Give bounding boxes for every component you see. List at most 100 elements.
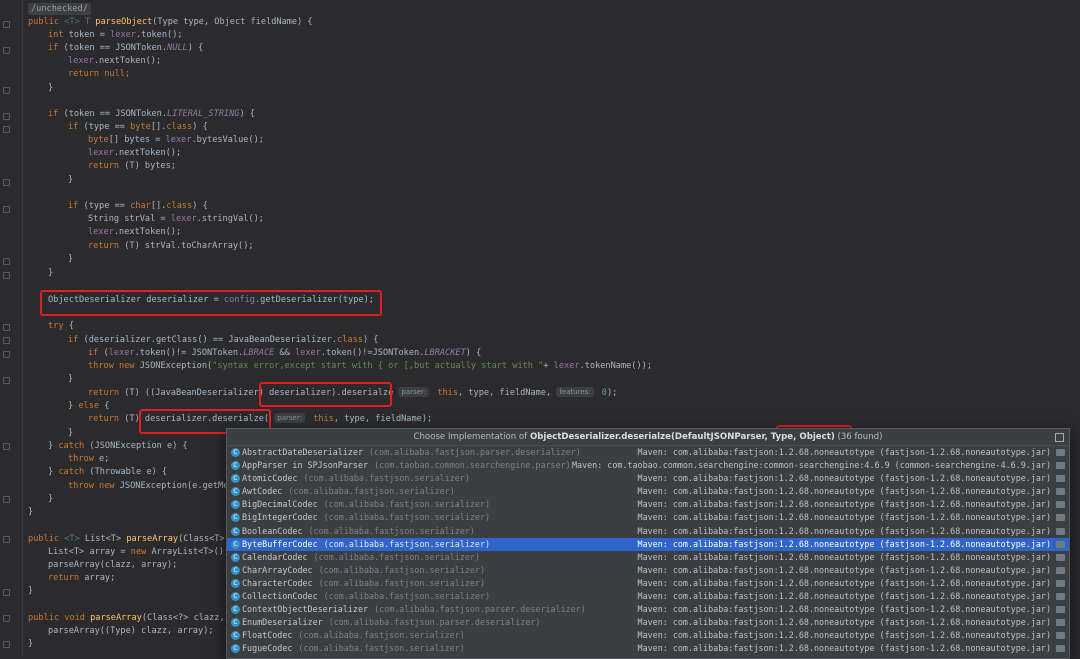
fold-icon[interactable] [3, 179, 10, 186]
fold-icon[interactable] [3, 589, 10, 596]
code-line: String strVal = lexer.stringVal(); [88, 213, 264, 226]
fold-icon[interactable] [3, 615, 10, 622]
implementation-item[interactable]: C FugueCodec (com.alibaba.fastjson.seriali… [227, 642, 1069, 655]
fold-icon[interactable] [3, 496, 10, 503]
fold-icon[interactable] [3, 536, 10, 543]
unchecked-annotation: /unchecked/ [28, 3, 91, 15]
code-line: if (lexer.token()!= JSONToken.LBRACE && … [88, 347, 481, 360]
implementation-item[interactable]: C ContextObjectDeserializer (com.alibaba.f… [227, 603, 1069, 616]
code-token: class [166, 122, 193, 132]
implementation-item[interactable]: C BigIntegerCodec (com.alibaba.fastjson.se… [227, 511, 1069, 524]
item-package: (com.alibaba.fastjson.serializer) [323, 538, 491, 549]
code-token: } [48, 467, 59, 477]
choose-implementation-popup[interactable]: Choose Implementation of ObjectDeseriali… [226, 428, 1070, 659]
fold-icon[interactable] [3, 641, 10, 648]
code-line: public <T> List<T> parseArray(Class<T> [28, 533, 225, 546]
code-token: lexer [295, 348, 321, 358]
jar-library-icon [1056, 475, 1065, 483]
implementation-item[interactable]: C CharArrayCodec (com.alibaba.fastjson.ser… [227, 564, 1069, 577]
code-token: LBRACKET [424, 348, 466, 358]
item-package: (com.alibaba.fastjson.parser.deserialize… [328, 617, 541, 628]
fold-icon[interactable] [3, 206, 10, 213]
jar-library-icon [1056, 593, 1065, 601]
item-package: (com.alibaba.fastjson.serializer) [313, 551, 480, 562]
fold-icon[interactable] [3, 351, 10, 358]
code-line: parseArray(clazz, array); [48, 560, 178, 570]
code-token: (T) [124, 414, 145, 424]
implementation-item[interactable]: C FloatCodec (com.alibaba.fastjson.seriali… [227, 629, 1069, 642]
code-token: ; [124, 69, 131, 79]
item-maven-source: Maven: com.alibaba:fastjson:1.2.68.nonea… [637, 499, 1051, 510]
code-token: byte [130, 122, 151, 132]
implementation-item[interactable]: C AbstractDateDeserializer (com.alibaba.fa… [227, 446, 1069, 459]
implementation-list[interactable]: C AbstractDateDeserializer (com.alibaba.fa… [227, 446, 1069, 656]
item-package: (com.alibaba.fastjson.parser.deserialize… [369, 447, 581, 457]
code-line: public <T> T parseObject(Type type, Obje… [28, 16, 313, 29]
item-class-name: EnumDeserializer [242, 617, 323, 628]
fold-icon[interactable] [3, 337, 10, 344]
code-token: List<T> [84, 534, 127, 544]
code-token: NULL [167, 43, 188, 53]
code-token: (token == JSONToken. [63, 109, 168, 119]
code-token: return [48, 573, 85, 583]
code-line: } [28, 639, 34, 649]
code-line: try { [48, 320, 74, 333]
pin-popup-icon[interactable] [1055, 433, 1064, 442]
code-line: /unchecked/ [28, 3, 91, 16]
code-token: ArrayList<T>(); [151, 547, 230, 557]
fold-icon[interactable] [3, 272, 10, 279]
code-token: lexer [170, 214, 197, 224]
code-token: token = [68, 30, 111, 40]
implementation-item[interactable]: C BooleanCodec (com.alibaba.fastjson.seria… [227, 525, 1069, 538]
code-token: deserializer.deserialze( [144, 414, 270, 424]
class-c-icon: C [231, 578, 240, 588]
jar-library-icon [1056, 540, 1065, 548]
jar-library-icon [1056, 488, 1065, 496]
implementation-item[interactable]: C AwtCodec (com.alibaba.fastjson.serialize… [227, 485, 1069, 498]
code-token: lexer [108, 348, 135, 358]
code-token: lexer [165, 135, 192, 145]
jar-library-icon [1056, 606, 1065, 614]
code-token: this [432, 388, 459, 398]
fold-icon[interactable] [3, 113, 10, 120]
implementation-item-selected[interactable]: C ByteBufferCodec (com.alibaba.fastjson.se… [227, 537, 1069, 551]
fold-icon[interactable] [3, 443, 10, 450]
method-name: parseArray [126, 534, 179, 544]
code-line: return (T) deserializer.deserialze( pars… [88, 413, 432, 426]
implementation-item[interactable]: C EnumDeserializer (com.alibaba.fastjson.p… [227, 616, 1069, 629]
implementation-item[interactable]: C CollectionCodec (com.alibaba.fastjson.se… [227, 590, 1069, 603]
item-class-name: ByteBufferCodec [242, 538, 318, 549]
implementation-item[interactable]: C CharacterCodec (com.alibaba.fastjson.ser… [227, 577, 1069, 590]
implementation-item[interactable]: C BigDecimalCodec (com.alibaba.fastjson.se… [227, 498, 1069, 511]
implementation-item[interactable]: C AtomicCodec (com.alibaba.fastjson.serial… [227, 472, 1069, 485]
item-class-name: BigIntegerCodec [242, 512, 318, 523]
code-token: catch [58, 467, 90, 477]
fold-icon[interactable] [3, 21, 10, 28]
popup-title: Choose Implementation of ObjectDeseriali… [227, 429, 1069, 446]
item-package: (com.alibaba.fastjson.serializer) [318, 577, 485, 588]
code-line: byte[] bytes = lexer.bytesValue(); [88, 134, 264, 147]
jar-library-icon [1056, 632, 1065, 640]
code-line: } [28, 586, 34, 596]
item-maven-source: Maven: com.alibaba:fastjson:1.2.68.nonea… [637, 525, 1051, 536]
fold-icon[interactable] [3, 126, 10, 133]
code-line: } [68, 428, 74, 438]
item-class-name: CharArrayCodec [242, 564, 313, 575]
fold-icon[interactable] [3, 258, 10, 265]
fold-icon[interactable] [3, 47, 10, 54]
code-token: ); [606, 388, 618, 398]
code-token: .token()!= JSONToken. [134, 348, 244, 358]
fold-icon[interactable] [3, 324, 10, 331]
implementation-item[interactable]: C AppParser in SPJsonParser (com.taobao.co… [227, 459, 1069, 472]
item-maven-source: Maven: com.alibaba:fastjson:1.2.68.nonea… [637, 551, 1051, 562]
code-line: if (type == char[].class) { [68, 200, 208, 213]
item-package: (com.alibaba.fastjson.serializer) [288, 486, 455, 497]
implementation-item[interactable]: C CalendarCodec (com.alibaba.fastjson.seri… [227, 551, 1069, 564]
fold-icon[interactable] [3, 87, 10, 94]
code-token: return [88, 388, 125, 398]
code-line: } else { [68, 400, 109, 413]
code-token: T [84, 17, 96, 27]
item-maven-source: Maven: com.alibaba:fastjson:1.2.68.nonea… [637, 577, 1051, 588]
fold-icon[interactable] [3, 377, 10, 384]
item-maven-source: Maven: com.alibaba:fastjson:1.2.68.nonea… [637, 538, 1051, 549]
